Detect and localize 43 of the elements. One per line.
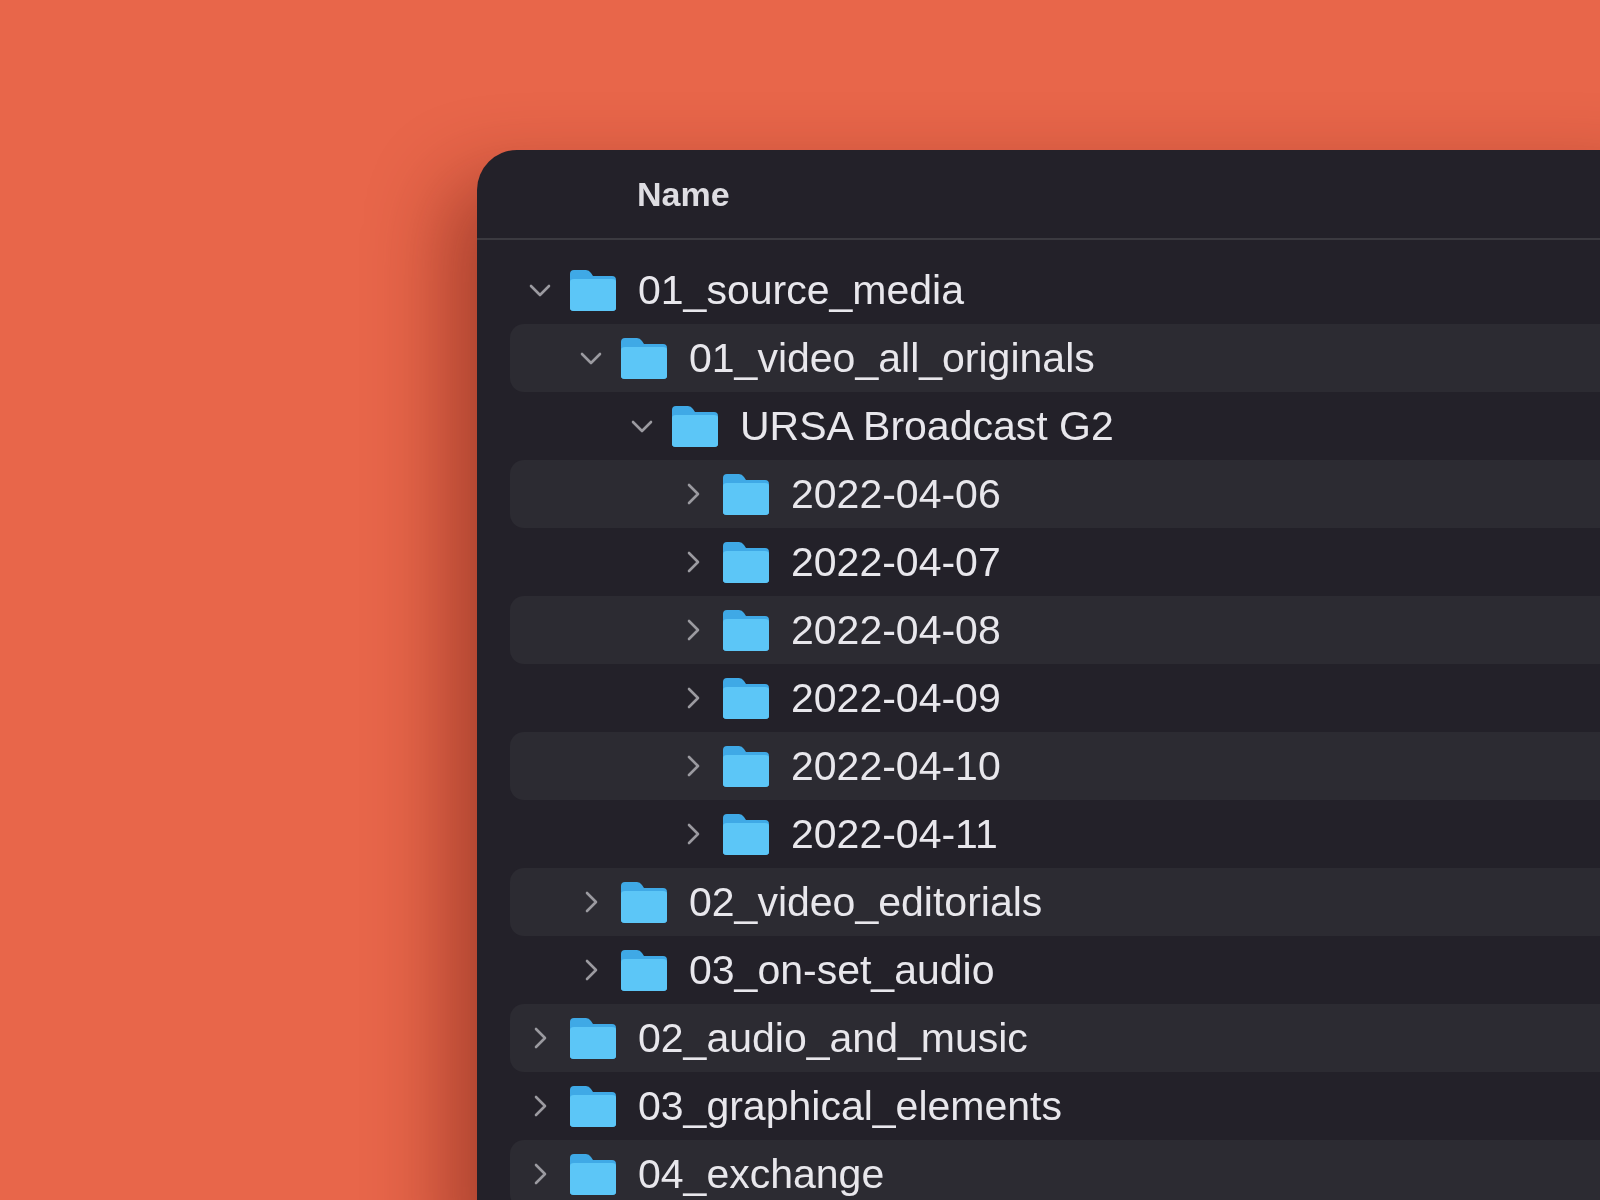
folder-name: 03_on-set_audio — [689, 946, 995, 994]
folder-row[interactable]: 02_audio_and_music — [510, 1004, 1600, 1072]
folder-icon — [721, 540, 771, 584]
folder-icon — [721, 472, 771, 516]
folder-row[interactable]: 2022-04-10 — [510, 732, 1600, 800]
folder-icon — [721, 744, 771, 788]
folder-row[interactable]: 03_on-set_audio — [510, 936, 1600, 1004]
folder-icon — [568, 1016, 618, 1060]
folder-name: 03_graphical_elements — [638, 1082, 1062, 1130]
folder-name: URSA Broadcast G2 — [740, 402, 1114, 450]
folder-row[interactable]: 04_exchange — [510, 1140, 1600, 1200]
name-column-header[interactable]: Name — [637, 174, 730, 214]
folder-icon — [568, 268, 618, 312]
folder-icon — [670, 404, 720, 448]
folder-icon — [721, 676, 771, 720]
folder-name: 01_source_media — [638, 266, 964, 314]
folder-row[interactable]: 01_source_media — [510, 256, 1600, 324]
folder-icon — [619, 336, 669, 380]
folder-row[interactable]: URSA Broadcast G2 — [510, 392, 1600, 460]
folder-row[interactable]: 02_video_editorials — [510, 868, 1600, 936]
folder-icon — [568, 1084, 618, 1128]
folder-row[interactable]: 03_graphical_elements — [510, 1072, 1600, 1140]
folder-name: 01_video_all_originals — [689, 334, 1095, 382]
folder-name: 02_video_editorials — [689, 878, 1043, 926]
folder-icon — [619, 880, 669, 924]
folder-name: 02_audio_and_music — [638, 1014, 1028, 1062]
folder-row[interactable]: 2022-04-07 — [510, 528, 1600, 596]
folder-name: 2022-04-07 — [791, 538, 1001, 586]
folder-row[interactable]: 2022-04-11 — [510, 800, 1600, 868]
folder-name: 2022-04-09 — [791, 674, 1001, 722]
folder-name: 2022-04-08 — [791, 606, 1001, 654]
folder-row[interactable]: 2022-04-09 — [510, 664, 1600, 732]
folder-row[interactable]: 2022-04-06 — [510, 460, 1600, 528]
folder-icon — [619, 948, 669, 992]
folder-row[interactable]: 01_video_all_originals — [510, 324, 1600, 392]
folder-name: 2022-04-11 — [791, 810, 998, 858]
folder-icon — [721, 812, 771, 856]
folder-row[interactable]: 2022-04-08 — [510, 596, 1600, 664]
folder-icon — [721, 608, 771, 652]
folder-name: 2022-04-10 — [791, 742, 1001, 790]
folder-name: 04_exchange — [638, 1150, 885, 1198]
folder-icon — [568, 1152, 618, 1196]
folder-name: 2022-04-06 — [791, 470, 1001, 518]
